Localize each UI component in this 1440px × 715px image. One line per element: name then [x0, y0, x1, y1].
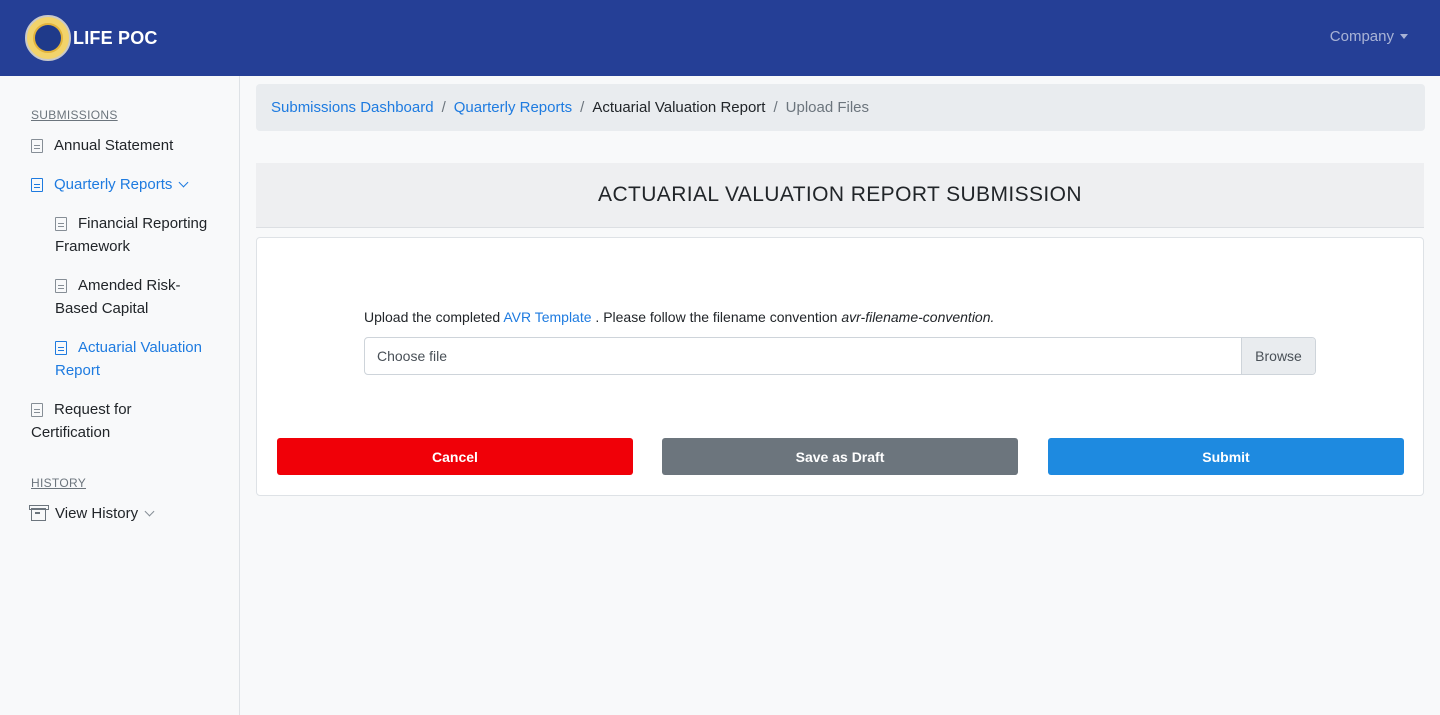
breadcrumb-separator: /: [773, 99, 778, 116]
sidebar-item-actuarial-valuation-report[interactable]: Actuarial Valuation Report: [55, 336, 225, 382]
sidebar-item-label-line1: Financial Reporting: [78, 215, 208, 232]
breadcrumb-upload-files: Upload Files: [785, 99, 870, 116]
document-icon: [55, 341, 67, 355]
sidebar-item-financial-reporting-framework[interactable]: Financial Reporting Framework: [55, 212, 225, 258]
caret-down-icon: [1400, 34, 1408, 39]
sidebar-item-request-for-certification[interactable]: Request for Certification: [31, 398, 221, 444]
document-icon: [31, 139, 43, 153]
sidebar-item-label: View History: [55, 505, 139, 522]
breadcrumb-separator: /: [441, 99, 446, 116]
sidebar-item-view-history[interactable]: View History: [29, 502, 155, 525]
document-icon: [55, 217, 67, 231]
company-label: Company: [1329, 28, 1394, 45]
sidebar-item-annual-statement[interactable]: Annual Statement: [31, 134, 173, 157]
chevron-down-icon: [178, 177, 189, 188]
document-icon: [55, 279, 67, 293]
sidebar-item-amended-risk-based-capital[interactable]: Amended Risk- Based Capital: [55, 274, 225, 320]
chevron-down-icon: [144, 506, 155, 517]
history-heading: HISTORY: [31, 476, 87, 490]
top-navbar: LIFE POC Company: [0, 0, 1440, 76]
sidebar-item-label-line2: Based Capital: [55, 300, 149, 317]
avr-template-link[interactable]: AVR Template: [503, 309, 591, 325]
sidebar-item-label: Annual Statement: [54, 137, 174, 154]
page-title: ACTUARIAL VALUATION REPORT SUBMISSION: [598, 183, 1082, 206]
instruction-middle: . Please follow the filename convention: [591, 309, 842, 325]
filename-convention: avr-filename-convention.: [841, 309, 995, 325]
breadcrumb-separator: /: [580, 99, 585, 116]
card-header: ACTUARIAL VALUATION REPORT SUBMISSION: [256, 163, 1424, 228]
archive-box-icon: [29, 505, 49, 521]
brand-link[interactable]: LIFE POC: [25, 15, 158, 61]
sidebar-item-label-line2: Framework: [55, 238, 131, 255]
save-as-draft-button[interactable]: Save as Draft: [662, 438, 1018, 475]
breadcrumb-quarterly-reports[interactable]: Quarterly Reports: [454, 99, 572, 116]
upload-card: Upload the completed AVR Template . Plea…: [256, 237, 1424, 496]
cancel-button[interactable]: Cancel: [277, 438, 633, 475]
brand-title: LIFE POC: [73, 27, 158, 48]
document-icon: [31, 403, 43, 417]
breadcrumb-submissions-dashboard[interactable]: Submissions Dashboard: [271, 99, 434, 116]
sidebar-item-label: Quarterly Reports: [54, 176, 173, 193]
seal-logo-icon: [25, 15, 71, 61]
browse-button[interactable]: Browse: [1241, 338, 1315, 374]
sidebar: SUBMISSIONS Annual Statement Quarterly R…: [0, 76, 240, 715]
file-input[interactable]: Choose file Browse: [364, 337, 1316, 375]
sidebar-item-label-line1: Request for: [54, 401, 132, 418]
submit-button[interactable]: Submit: [1048, 438, 1404, 475]
upload-instructions: Upload the completed AVR Template . Plea…: [364, 309, 994, 325]
sidebar-item-label-line1: Amended Risk-: [78, 277, 181, 294]
breadcrumb-actuarial-valuation-report[interactable]: Actuarial Valuation Report: [592, 99, 765, 116]
sidebar-item-label-line2: Report: [55, 362, 101, 379]
instruction-prefix: Upload the completed: [364, 309, 504, 325]
sidebar-item-label-line2: Certification: [31, 424, 111, 441]
breadcrumb: Submissions Dashboard / Quarterly Report…: [256, 84, 1425, 131]
sidebar-item-quarterly-reports[interactable]: Quarterly Reports: [31, 173, 189, 196]
submissions-heading: SUBMISSIONS: [31, 108, 118, 122]
file-input-label: Choose file: [377, 348, 448, 364]
sidebar-item-label-line1: Actuarial Valuation: [78, 339, 202, 356]
document-icon: [31, 178, 43, 192]
company-dropdown[interactable]: Company: [1330, 28, 1408, 45]
